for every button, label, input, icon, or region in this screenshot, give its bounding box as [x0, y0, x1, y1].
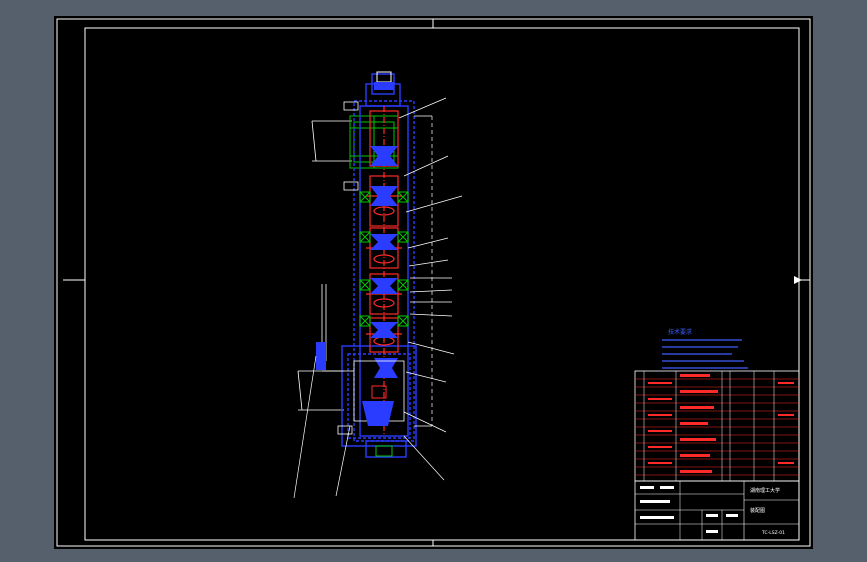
inner-frame	[84, 27, 800, 541]
drawing-title: 装配图	[750, 507, 765, 514]
technical-notes: 技术要求	[662, 328, 748, 369]
drawing-number: TC-LSZ-01	[761, 530, 785, 536]
gearbox-assembly	[293, 71, 463, 499]
parts-list	[634, 370, 800, 482]
housing	[341, 73, 417, 458]
title-block: 湖南理工大学 装配图 TC-LSZ-01	[634, 480, 800, 541]
assembly-drawing: 技术要求 湖南理工大学 装配图 TC-LSZ-01	[56, 18, 811, 547]
notes-heading: 技术要求	[668, 328, 692, 336]
school-name: 湖南理工大学	[750, 487, 780, 494]
crosshair-marker-icon	[794, 276, 802, 284]
drawing-sheet: 技术要求 湖南理工大学 装配图 TC-LSZ-01	[54, 16, 813, 549]
